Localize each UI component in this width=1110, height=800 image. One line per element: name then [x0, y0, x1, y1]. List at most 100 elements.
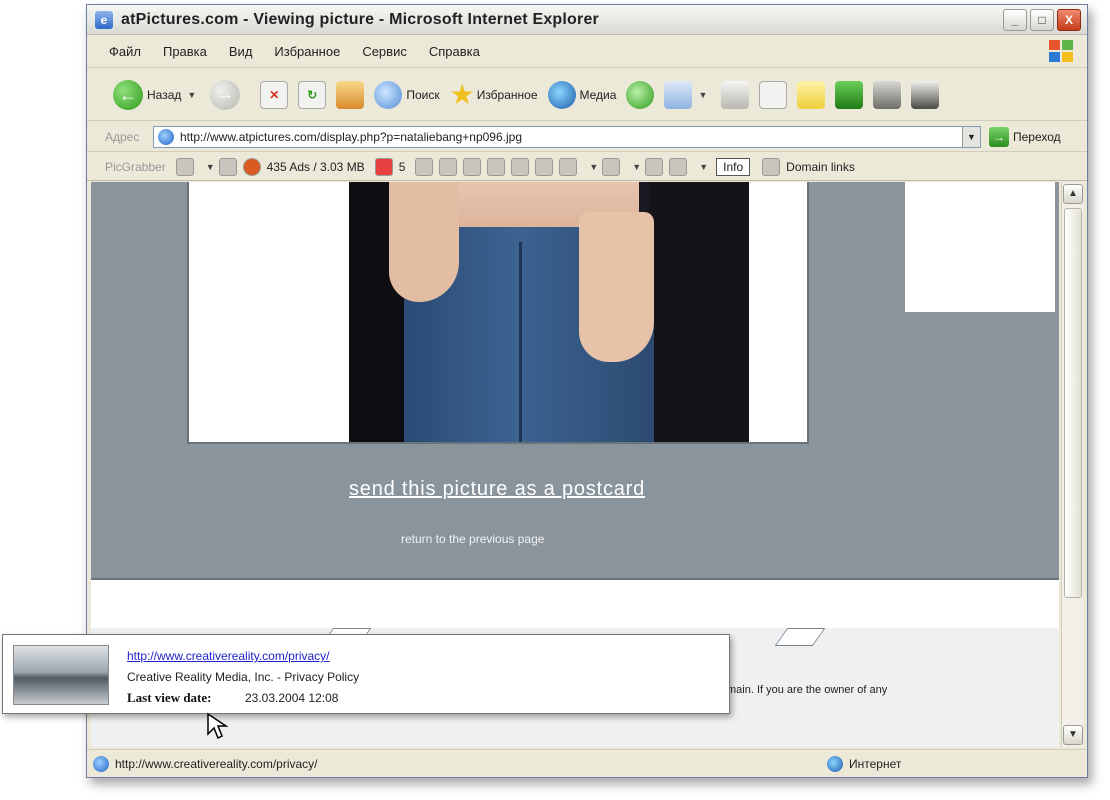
windows-logo-icon [1049, 40, 1073, 62]
grabber-tool-7-icon[interactable] [559, 157, 578, 176]
search-icon [374, 80, 403, 109]
note-icon [797, 80, 826, 109]
page-icon [158, 128, 174, 145]
grabber-tool-2-icon[interactable] [439, 157, 458, 176]
copyright-text: main. If you are the owner of any [727, 684, 888, 696]
ie-icon: e [95, 10, 113, 29]
vertical-scrollbar[interactable]: ▲ ▼ [1061, 182, 1083, 747]
menu-help[interactable]: Справка [429, 44, 480, 59]
scroll-down-icon[interactable]: ▼ [1063, 725, 1083, 745]
popups-count: 5 [398, 159, 406, 174]
address-url: http://www.atpictures.com/display.php?p=… [180, 129, 523, 144]
media-label: Медиа [579, 87, 617, 102]
address-dropdown-icon[interactable]: ▼ [962, 126, 980, 147]
menu-bar: Файл Правка Вид Избранное Сервис Справка [87, 36, 1087, 68]
search-button[interactable]: Поиск [374, 80, 440, 109]
scroll-thumb[interactable] [1064, 208, 1082, 598]
maximize-button[interactable]: □ [1030, 9, 1054, 31]
media-globe-icon [547, 80, 576, 109]
tooltip-description: Creative Reality Media, Inc. - Privacy P… [127, 670, 360, 684]
link-preview-tooltip: http://www.creativereality.com/privacy/ … [2, 634, 730, 714]
tooltip-url[interactable]: http://www.creativereality.com/privacy/ [127, 649, 330, 663]
grabber-tools-dropdown-icon[interactable]: ▼ [206, 162, 215, 172]
menu-edit[interactable]: Правка [163, 44, 207, 59]
research-button[interactable] [873, 80, 902, 109]
security-zone: Интернет [827, 756, 901, 772]
go-label: Переход [1013, 129, 1061, 144]
status-bar: http://www.creativereality.com/privacy/ … [87, 749, 1087, 777]
title-bar[interactable]: e atPictures.com - Viewing picture - Mic… [87, 5, 1087, 35]
edit-page-icon [759, 80, 788, 109]
grabber-tool-10-dropdown-icon[interactable]: ▼ [699, 162, 708, 172]
domain-links-icon[interactable] [762, 157, 781, 176]
page-thumbnail [13, 645, 109, 705]
print-button[interactable] [721, 80, 750, 109]
grabber-tools-icon[interactable] [175, 157, 194, 176]
mail-button[interactable]: ▼ [664, 80, 711, 109]
domain-links-button[interactable]: Domain links [786, 160, 855, 174]
return-previous-page-link[interactable]: return to the previous page [401, 532, 544, 546]
status-page-icon [93, 755, 109, 772]
back-arrow-icon: ← [113, 79, 143, 110]
back-dropdown-icon[interactable]: ▼ [187, 90, 196, 100]
footer-band [91, 578, 1059, 628]
zone-label: Интернет [849, 757, 902, 771]
grabber-page-icon[interactable] [218, 157, 237, 176]
displayed-picture[interactable] [349, 182, 749, 442]
standard-toolbar: ← Назад ▼ → ✕ ↻ Поиск ★ Избранное Медиа [87, 69, 1087, 121]
ads-blocker-icon[interactable] [242, 157, 261, 176]
refresh-button[interactable]: ↻ [298, 80, 327, 109]
scroll-up-icon[interactable]: ▲ [1063, 184, 1083, 204]
printer-icon [721, 80, 750, 109]
info-button[interactable]: Info [716, 157, 751, 176]
menu-view[interactable]: Вид [229, 44, 253, 59]
extension-icon [911, 80, 940, 109]
send-postcard-link[interactable]: send this picture as a postcard [349, 478, 645, 501]
back-label: Назад [147, 87, 182, 102]
grabber-tool-5-icon[interactable] [511, 157, 530, 176]
grabber-tool-9-icon[interactable] [645, 157, 664, 176]
grabber-tool-8-icon[interactable] [602, 157, 621, 176]
close-button[interactable]: X [1057, 9, 1081, 31]
grabber-tool-4-icon[interactable] [487, 157, 506, 176]
menu-favorites[interactable]: Избранное [274, 44, 340, 59]
grabber-tool-10-icon[interactable] [669, 157, 688, 176]
popup-blocker-icon[interactable] [374, 157, 393, 176]
messenger-button[interactable] [835, 80, 864, 109]
menu-file[interactable]: Файл [109, 44, 141, 59]
go-button[interactable]: → Переход [989, 126, 1061, 147]
home-icon [336, 80, 365, 109]
forward-button[interactable]: → [210, 79, 241, 110]
grabber-tool-1-icon[interactable] [415, 157, 434, 176]
edit-button[interactable] [759, 80, 788, 109]
discuss-button[interactable] [797, 80, 826, 109]
star-icon: ★ [449, 78, 475, 110]
grabber-tool-3-icon[interactable] [463, 157, 482, 176]
status-url: http://www.creativereality.com/privacy/ [115, 756, 318, 771]
mail-icon [664, 80, 693, 109]
back-button[interactable]: ← Назад ▼ [113, 79, 200, 110]
history-button[interactable] [626, 80, 655, 109]
menu-tools[interactable]: Сервис [362, 44, 407, 59]
refresh-icon: ↻ [298, 80, 327, 109]
extension-button[interactable] [911, 80, 940, 109]
internet-globe-icon [827, 756, 843, 772]
window-controls: _ □ X [1003, 9, 1081, 31]
picgrabber-toolbar: PicGrabber ▼ 435 Ads / 3.03 MB 5 ▼ ▼ ▼ I… [87, 153, 1087, 181]
address-input[interactable]: http://www.atpictures.com/display.php?p=… [153, 125, 981, 148]
go-arrow-icon: → [989, 126, 1009, 147]
grabber-tool-7-dropdown-icon[interactable]: ▼ [589, 162, 598, 172]
address-label: Адрес [105, 129, 140, 144]
search-label: Поиск [406, 87, 440, 102]
minimize-button[interactable]: _ [1003, 9, 1027, 31]
stop-button[interactable]: ✕ [260, 80, 289, 109]
favorites-label: Избранное [476, 87, 538, 102]
ads-count: 435 Ads / 3.03 MB [266, 159, 365, 174]
grabber-tool-8-dropdown-icon[interactable]: ▼ [632, 162, 641, 172]
favorites-button[interactable]: ★ Избранное [449, 78, 538, 110]
last-view-date: 23.03.2004 12:08 [245, 691, 339, 705]
mail-dropdown-icon[interactable]: ▼ [698, 90, 707, 100]
grabber-tool-6-icon[interactable] [535, 157, 554, 176]
media-button[interactable]: Медиа [547, 80, 617, 109]
home-button[interactable] [336, 80, 365, 109]
